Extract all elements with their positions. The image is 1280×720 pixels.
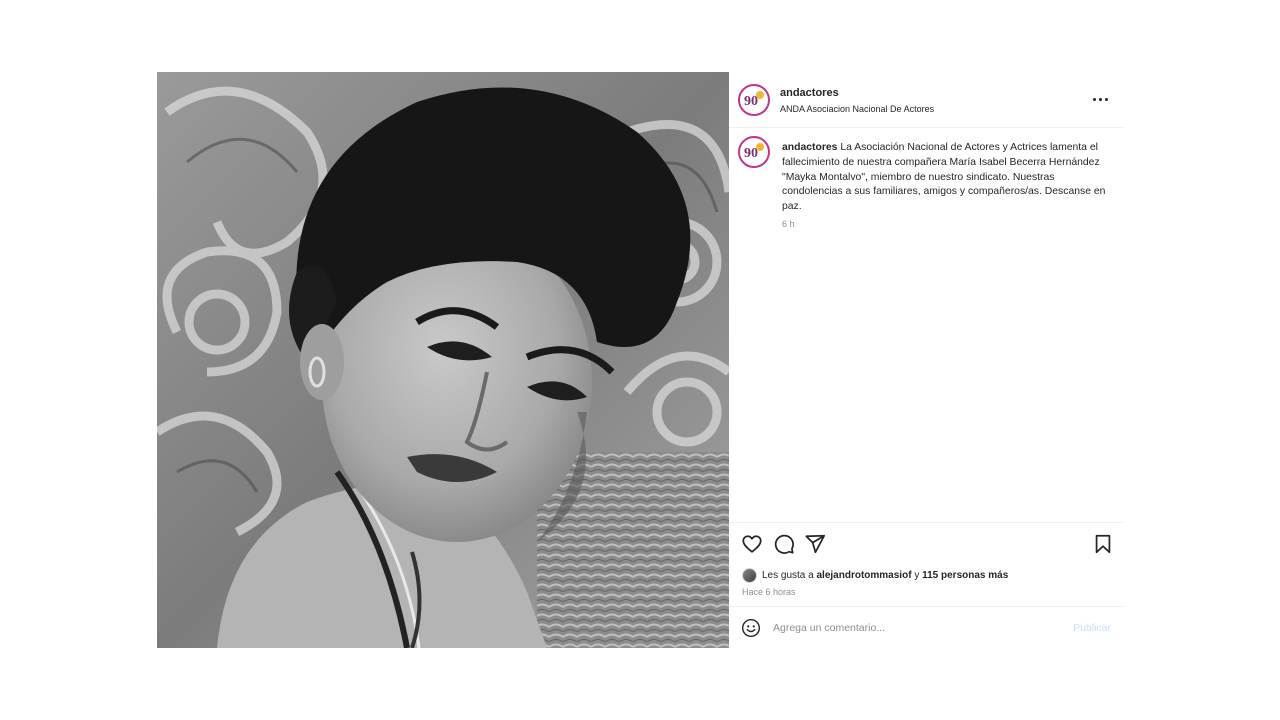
bookmark-icon[interactable] (1092, 533, 1114, 555)
liker-username[interactable]: alejandrotommasiof (817, 570, 912, 581)
heart-icon[interactable] (741, 533, 763, 555)
post-details-panel: 90 andactores ANDA Asociacion Nacional D… (729, 72, 1123, 648)
svg-text:90: 90 (744, 146, 758, 161)
comment-input[interactable] (773, 619, 1053, 637)
post-timestamp[interactable]: Hace 6 horas (742, 587, 796, 597)
anda-logo-icon: 90 (744, 143, 764, 161)
publish-button[interactable]: Publicar (1073, 622, 1111, 634)
likes-prefix: Les gusta a (762, 569, 814, 581)
header-username[interactable]: andactores (780, 87, 839, 99)
share-icon[interactable] (804, 533, 826, 555)
post-caption: andactores La Asociación Nacional de Act… (782, 141, 1108, 215)
post-photo[interactable] (157, 72, 729, 648)
caption-time[interactable]: 6 h (782, 219, 795, 229)
portrait-image (157, 72, 729, 648)
likes-summary: Les gusta a alejandrotommasiof y 115 per… (742, 567, 1008, 583)
profile-avatar[interactable]: 90 (738, 84, 770, 116)
likes-others-link[interactable]: 115 personas más (922, 570, 1008, 581)
comment-bar: Publicar (729, 606, 1123, 648)
comment-icon[interactable] (773, 533, 795, 555)
caption-username[interactable]: andactores (782, 142, 837, 153)
caption-avatar[interactable]: 90 (738, 136, 770, 168)
liker-avatar[interactable] (742, 567, 757, 583)
post-header: 90 andactores ANDA Asociacion Nacional D… (729, 72, 1123, 128)
header-subtitle[interactable]: ANDA Asociacion Nacional De Actores (780, 104, 934, 114)
emoji-icon[interactable] (741, 618, 761, 638)
anda-logo-icon: 90 (744, 91, 764, 109)
svg-text:90: 90 (744, 94, 758, 109)
likes-connector: y (914, 569, 920, 581)
more-options-icon[interactable] (1091, 93, 1111, 107)
